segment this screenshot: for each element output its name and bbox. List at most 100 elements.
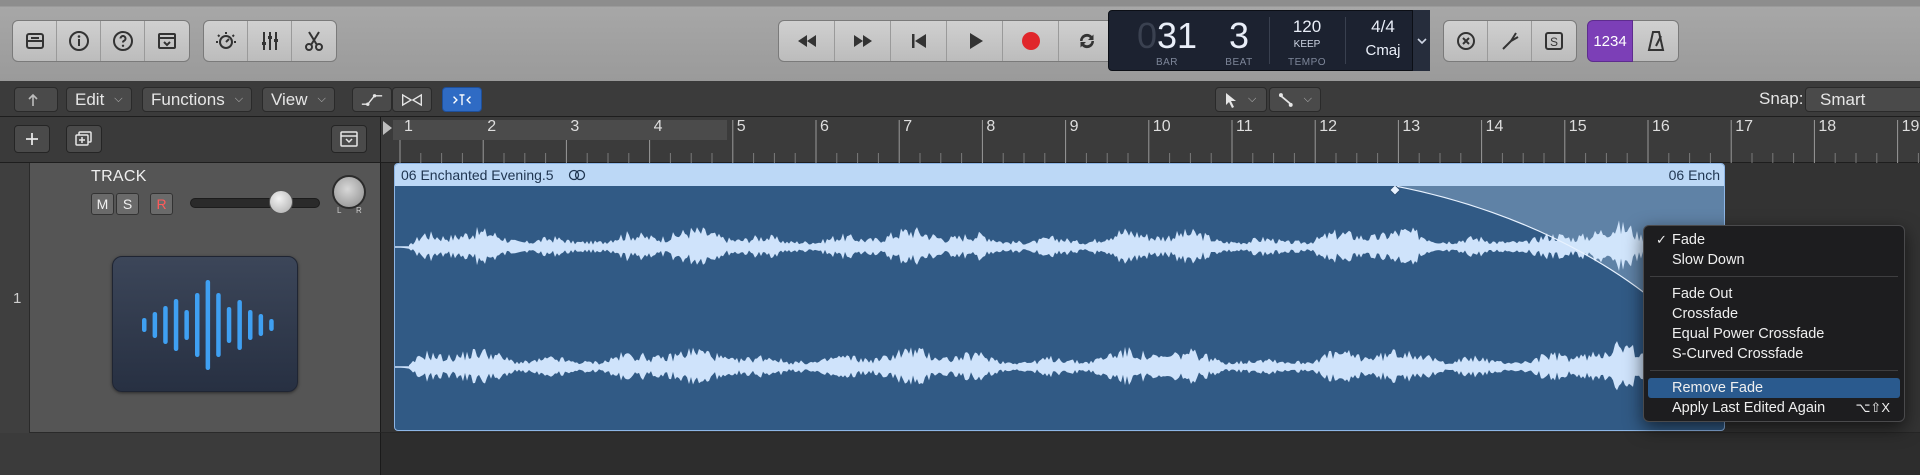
menu-separator — [1650, 276, 1898, 277]
editors-button[interactable] — [292, 21, 336, 61]
chevron-down-icon: ⌵ — [114, 93, 123, 105]
lcd-beat-label: BEAT — [1225, 57, 1253, 68]
lcd-bar: 031 BAR — [1117, 11, 1217, 72]
quick-help-button[interactable] — [101, 21, 145, 61]
menu-item-label: S-Curved Crossfade — [1672, 346, 1804, 362]
back-button[interactable] — [14, 87, 58, 112]
snap-dropdown[interactable]: Smart — [1805, 87, 1920, 112]
record-enable-button[interactable]: R — [150, 193, 173, 215]
catch-icon — [453, 93, 471, 105]
menu-item-slow-down[interactable]: Slow Down — [1648, 250, 1900, 270]
fade-handle[interactable] — [1389, 186, 1401, 196]
menu-item-fade[interactable]: ✓ Fade — [1648, 230, 1900, 250]
tuner-button[interactable] — [1488, 21, 1532, 61]
automation-icon — [361, 93, 383, 106]
menu-item-remove-fade[interactable]: Remove Fade — [1648, 378, 1900, 398]
ruler-bar-number: 12 — [1319, 118, 1337, 135]
playhead-marker-icon[interactable] — [383, 121, 393, 135]
fade-tool-icon — [1278, 92, 1293, 107]
menu-item-label: Fade — [1672, 232, 1706, 248]
rewind-button[interactable] — [779, 21, 835, 61]
region-header[interactable]: 06 Enchanted Evening.5 06 Ench — [395, 164, 1724, 186]
functions-menu-label: Functions — [151, 89, 225, 109]
toolbar-button[interactable] — [145, 21, 189, 61]
record-icon — [1021, 32, 1040, 50]
checkmark-icon: ✓ — [1656, 232, 1667, 247]
menu-item-shortcut: ⌥⇧X — [1855, 400, 1890, 415]
cycle-area[interactable] — [393, 120, 727, 140]
waveform-left-channel — [397, 220, 1722, 271]
catch-playhead-button[interactable] — [442, 87, 482, 112]
lcd-time-signature: 4/4 — [1371, 17, 1395, 36]
metronome-icon — [1647, 31, 1664, 51]
audio-region[interactable]: 06 Enchanted Evening.5 06 Ench — [394, 163, 1725, 431]
transport-group — [778, 20, 1116, 62]
go-to-beginning-button[interactable] — [891, 21, 947, 61]
ruler-bar-number: 16 — [1652, 118, 1670, 135]
ruler-bar-number: 6 — [820, 118, 829, 135]
left-click-tool-menu[interactable]: ⌵ — [1215, 87, 1267, 112]
ruler-bar-number: 17 — [1735, 118, 1753, 135]
ruler-bar-number: 19 — [1901, 118, 1920, 135]
lcd-display[interactable]: 031 BAR 3 BEAT 120 KEEP TEMPO 4/4 Cmaj — [1108, 10, 1429, 71]
record-button[interactable] — [1003, 21, 1059, 61]
global-tracks-button[interactable] — [331, 125, 367, 153]
menu-item-apply-last-edited[interactable]: Apply Last Edited Again ⌥⇧X — [1648, 398, 1900, 418]
menu-item-crossfade[interactable]: Crossfade — [1648, 304, 1900, 324]
track-icon-bar — [163, 306, 168, 344]
track-icon-bar — [216, 293, 221, 357]
functions-menu[interactable]: Functions ⌵ — [142, 87, 253, 112]
cycle-button[interactable] — [1059, 21, 1115, 61]
track-icon[interactable] — [112, 256, 298, 392]
metronome-button[interactable] — [1633, 20, 1679, 62]
inspector-button[interactable] — [57, 21, 101, 61]
volume-slider[interactable] — [190, 198, 320, 208]
pan-knob[interactable] — [332, 175, 366, 209]
region-name-continuation: 06 Ench — [1668, 167, 1720, 183]
cmd-click-tool-menu[interactable]: ⌵ — [1269, 87, 1321, 112]
ruler-bar-number: 1 — [404, 118, 413, 135]
track-name[interactable]: TRACK — [91, 168, 147, 186]
lcd-bar-ghost: 0 — [1136, 15, 1157, 56]
menu-item-s-curved-crossfade[interactable]: S-Curved Crossfade — [1648, 344, 1900, 364]
solo-mode-button[interactable]: S — [1532, 21, 1576, 61]
volume-slider-handle[interactable] — [269, 190, 293, 214]
flex-button[interactable] — [392, 87, 432, 112]
track-icon-bar — [152, 312, 158, 338]
replace-button[interactable] — [1444, 21, 1488, 61]
library-button[interactable] — [13, 21, 57, 61]
view-menu[interactable]: View ⌵ — [262, 87, 335, 112]
mixer-button[interactable] — [248, 21, 292, 61]
info-icon — [68, 31, 89, 51]
fast-forward-button[interactable] — [835, 21, 891, 61]
track-icon-bar — [195, 293, 200, 357]
waveform-right-channel — [397, 341, 1722, 391]
mode-buttons-group: S — [1443, 20, 1577, 62]
track-icon-bar — [205, 280, 211, 370]
lcd-tempo-value: 120 — [1292, 17, 1322, 36]
ruler-bar-number: 11 — [1236, 118, 1253, 135]
smart-controls-button[interactable] — [204, 21, 248, 61]
menu-item-equal-power-crossfade[interactable]: Equal Power Crossfade — [1648, 324, 1900, 344]
mute-button[interactable]: M — [91, 193, 114, 215]
automation-button[interactable] — [352, 87, 392, 112]
track-icon-bar — [258, 314, 264, 336]
menu-item-fade-out[interactable]: Fade Out — [1648, 284, 1900, 304]
lcd-tempo-mode: KEEP — [1293, 39, 1321, 50]
pan-right-label: R — [356, 206, 362, 215]
play-button[interactable] — [947, 21, 1003, 61]
toolbar-icon — [158, 33, 176, 49]
count-in-button[interactable]: 1234 — [1587, 20, 1633, 62]
add-track-button[interactable] — [14, 125, 50, 153]
ruler-bar-number: 2 — [487, 118, 497, 135]
waveform — [395, 186, 1724, 391]
edit-menu[interactable]: Edit ⌵ — [66, 87, 132, 112]
ruler-bar-number: 4 — [653, 118, 663, 135]
menu-item-label: Slow Down — [1672, 252, 1745, 268]
new-folder-button[interactable] — [66, 125, 102, 153]
fast-forward-icon — [853, 35, 872, 47]
track-icon-bar — [226, 307, 232, 343]
snap-label: Snap: — [1759, 89, 1804, 108]
lcd-mode-dropdown[interactable] — [1412, 10, 1430, 71]
solo-button[interactable]: S — [116, 193, 139, 215]
